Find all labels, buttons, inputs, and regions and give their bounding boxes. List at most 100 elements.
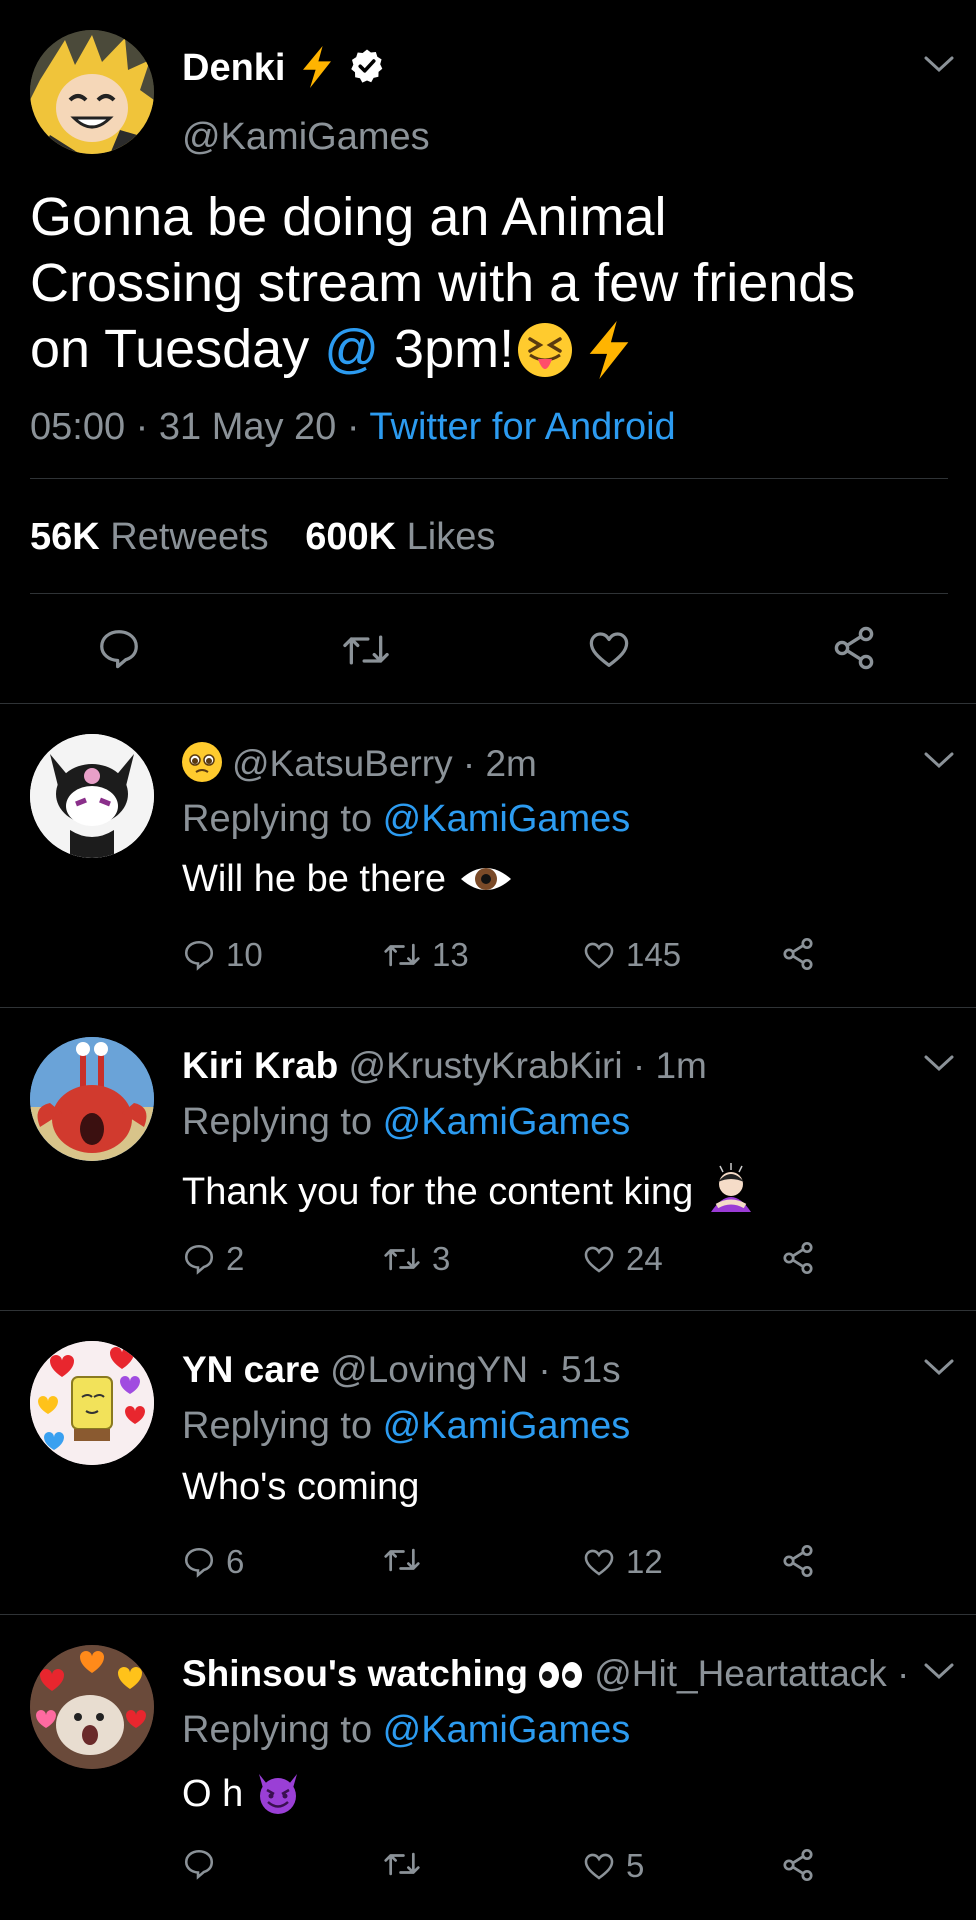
replying-to-handle[interactable]: @KamiGames xyxy=(383,798,631,840)
reply-handle[interactable]: @KrustyKrabKiri xyxy=(338,1045,623,1086)
retweet-icon xyxy=(384,1247,420,1271)
like-button[interactable]: 24 xyxy=(582,1240,663,1278)
like-icon[interactable] xyxy=(586,626,632,672)
smiling-devil-emoji-icon xyxy=(259,1774,298,1814)
reply-display-name[interactable]: Kiri Krab xyxy=(182,1045,338,1086)
like-icon xyxy=(584,1549,614,1576)
chevron-down-icon[interactable] xyxy=(922,1661,956,1681)
person-bowing-emoji-icon xyxy=(711,1163,752,1212)
share-icon[interactable] xyxy=(830,624,878,672)
retweet-button[interactable]: 3 xyxy=(382,1240,450,1278)
avatar-denki[interactable] xyxy=(30,30,154,154)
divider xyxy=(30,478,948,479)
tweet-text: Gonna be doing an Animal Crossing stream… xyxy=(30,184,855,382)
retweet-icon xyxy=(384,943,420,967)
reply-handle[interactable]: @Hit_Heartattack xyxy=(584,1653,887,1694)
avatar-image xyxy=(30,734,154,858)
chevron-down-icon[interactable] xyxy=(922,1053,956,1073)
display-name[interactable]: Denki xyxy=(182,47,285,89)
handle[interactable]: @KamiGames xyxy=(182,116,430,159)
replying-to-handle[interactable]: @KamiGames xyxy=(383,1709,631,1751)
retweet-icon xyxy=(384,1548,420,1572)
avatar-image xyxy=(30,30,154,154)
avatar-yn-care[interactable] xyxy=(30,1341,154,1465)
lightning-emoji-icon xyxy=(589,321,629,379)
avatar-kiri-krab[interactable] xyxy=(30,1037,154,1161)
avatar-image xyxy=(30,1341,154,1465)
lightning-emoji-icon xyxy=(303,46,332,88)
reply-meta: @KatsuBerry · 2m xyxy=(182,742,537,785)
retweet-icon[interactable] xyxy=(340,628,392,672)
avatar-katsuberry[interactable] xyxy=(30,734,154,858)
eyes-emoji-icon xyxy=(538,1662,582,1688)
reply-count: 10 xyxy=(226,936,263,973)
reply-text: Who's coming xyxy=(182,1466,420,1508)
retweet-button[interactable]: 13 xyxy=(382,936,469,974)
chevron-down-icon[interactable] xyxy=(922,54,956,74)
reply-meta: Shinsou's watching @Hit_Heartattack · xyxy=(182,1653,909,1695)
divider xyxy=(0,1007,976,1008)
retweet-count: 3 xyxy=(432,1240,451,1277)
pleading-face-emoji-icon xyxy=(182,742,222,782)
tweet-time: 05:00 xyxy=(30,406,126,448)
likes-stat[interactable]: 600K Likes xyxy=(305,516,495,558)
share-icon[interactable] xyxy=(780,1543,816,1579)
reply-time: · xyxy=(886,1653,910,1694)
reply-text: Thank you for the content king xyxy=(182,1162,757,1214)
divider xyxy=(0,1614,976,1615)
tweet-text-line-1: Gonna be doing an Animal xyxy=(30,187,667,247)
replying-to-handle[interactable]: @KamiGames xyxy=(383,1101,631,1143)
reply-icon xyxy=(184,1244,214,1275)
replying-to: Replying to @KamiGames xyxy=(182,1101,631,1143)
reply-time: · 51s xyxy=(528,1349,621,1390)
avatar-image xyxy=(30,1037,154,1161)
reply-handle[interactable]: @LovingYN xyxy=(320,1349,528,1390)
share-icon[interactable] xyxy=(780,1240,816,1276)
reply-button[interactable]: 10 xyxy=(182,936,263,974)
chevron-down-icon[interactable] xyxy=(922,1357,956,1377)
reply-display-name[interactable]: Shinsou's watching xyxy=(182,1653,528,1694)
reply-icon[interactable] xyxy=(96,626,142,672)
reply-display-name[interactable]: YN care xyxy=(182,1349,320,1390)
retweets-stat[interactable]: 56K Retweets xyxy=(30,516,269,558)
share-icon[interactable] xyxy=(780,936,816,972)
like-button[interactable]: 12 xyxy=(582,1543,663,1581)
reply-icon xyxy=(184,1547,214,1578)
reply-handle[interactable]: @KatsuBerry xyxy=(232,743,453,784)
share-icon[interactable] xyxy=(780,1847,816,1883)
divider xyxy=(0,703,976,704)
tweet-text-line-2: Crossing stream with a few friends xyxy=(30,253,856,313)
tweet-source[interactable]: Twitter for Android xyxy=(369,406,675,448)
replying-to: Replying to @KamiGames xyxy=(182,798,631,840)
reply-icon xyxy=(184,940,214,971)
reply-button[interactable]: 2 xyxy=(182,1240,244,1278)
divider xyxy=(30,593,948,594)
tweet-meta: 05:00 · 31 May 20 · Twitter for Android xyxy=(30,406,676,448)
like-count: 5 xyxy=(626,1847,645,1884)
retweet-icon xyxy=(384,1852,420,1876)
replying-to: Replying to @KamiGames xyxy=(182,1405,631,1447)
like-icon xyxy=(584,942,614,969)
at-link[interactable]: @ xyxy=(324,319,379,379)
reply-meta: YN care @LovingYN · 51s xyxy=(182,1349,621,1391)
reply-button[interactable] xyxy=(182,1847,226,1881)
reply-button[interactable]: 6 xyxy=(182,1543,244,1581)
replying-to: Replying to @KamiGames xyxy=(182,1709,631,1751)
reply-time: · 1m xyxy=(622,1045,707,1086)
chevron-down-icon[interactable] xyxy=(922,750,956,770)
like-count: 12 xyxy=(626,1543,663,1580)
tweet-stats: 56K Retweets 600K Likes xyxy=(30,516,495,559)
avatar-image xyxy=(30,1645,154,1769)
like-button[interactable]: 5 xyxy=(582,1847,644,1885)
retweet-button[interactable] xyxy=(382,1543,432,1577)
reply-count: 2 xyxy=(226,1240,245,1277)
retweet-button[interactable] xyxy=(382,1847,432,1881)
reply-text: Will he be there xyxy=(182,858,514,901)
reply-meta: Kiri Krab @KrustyKrabKiri · 1m xyxy=(182,1045,707,1087)
like-icon xyxy=(584,1246,614,1273)
like-button[interactable]: 145 xyxy=(582,936,681,974)
avatar-shinsou[interactable] xyxy=(30,1645,154,1769)
display-name-row: Denki xyxy=(182,46,385,90)
replying-to-handle[interactable]: @KamiGames xyxy=(383,1405,631,1447)
squinting-tongue-emoji-icon xyxy=(518,323,573,377)
